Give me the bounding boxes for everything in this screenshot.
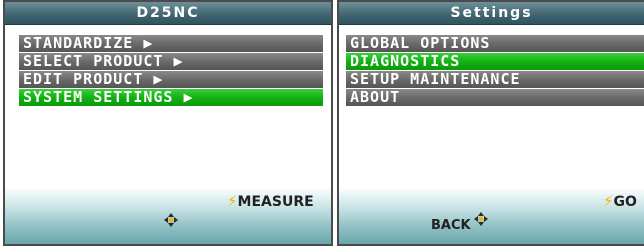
go-softkey[interactable]: ⚡GO xyxy=(603,192,637,210)
menu-item-system-settings[interactable]: SYSTEM SETTINGS ▶ xyxy=(19,89,323,106)
main-menu-screen: D25NC STANDARDIZE ▶ SELECT PRODUCT ▶ EDI… xyxy=(3,0,333,246)
measure-softkey[interactable]: ⚡MEASURE xyxy=(227,192,314,210)
main-menu: STANDARDIZE ▶ SELECT PRODUCT ▶ EDIT PROD… xyxy=(19,35,323,107)
softkey-label: MEASURE xyxy=(237,194,314,210)
menu-item-setup-maintenance[interactable]: SETUP MAINTENANCE xyxy=(346,71,644,88)
menu-item-standardize[interactable]: STANDARDIZE ▶ xyxy=(19,35,323,52)
four-way-dpad-icon[interactable] xyxy=(163,212,179,228)
settings-menu: GLOBAL OPTIONS DIAGNOSTICS SETUP MAINTEN… xyxy=(346,35,644,107)
lightning-bolt-icon: ⚡ xyxy=(227,192,238,210)
back-softkey[interactable]: BACK xyxy=(431,218,471,233)
softkey-bar: ⚡GO BACK xyxy=(339,188,644,244)
settings-screen: Settings GLOBAL OPTIONS DIAGNOSTICS SETU… xyxy=(337,0,644,246)
screen-title: Settings xyxy=(339,2,644,25)
softkey-bar: ⚡MEASURE xyxy=(5,188,331,244)
screen-title: D25NC xyxy=(5,2,331,25)
four-way-dpad-icon[interactable] xyxy=(473,211,489,227)
menu-item-diagnostics[interactable]: DIAGNOSTICS xyxy=(346,53,644,70)
lightning-bolt-icon: ⚡ xyxy=(603,192,614,210)
menu-item-global-options[interactable]: GLOBAL OPTIONS xyxy=(346,35,644,52)
menu-item-edit-product[interactable]: EDIT PRODUCT ▶ xyxy=(19,71,323,88)
menu-item-select-product[interactable]: SELECT PRODUCT ▶ xyxy=(19,53,323,70)
menu-item-about[interactable]: ABOUT xyxy=(346,89,644,106)
softkey-label: GO xyxy=(613,194,637,210)
